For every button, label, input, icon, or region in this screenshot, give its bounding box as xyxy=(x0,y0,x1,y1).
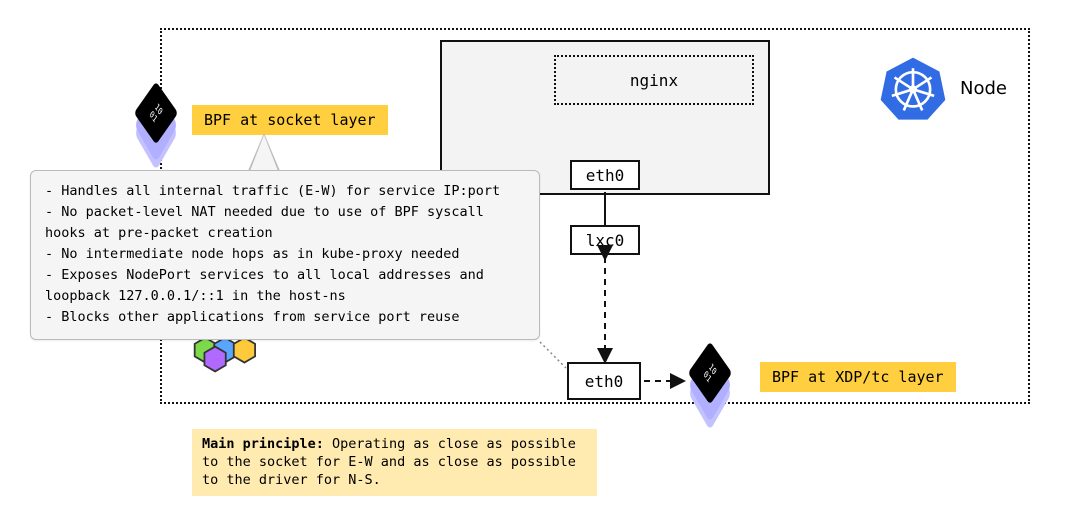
callout-line: - Exposes NodePort services to all local… xyxy=(45,265,525,286)
callout-line: - No intermediate node hops as in kube-p… xyxy=(45,244,525,265)
interface-label: eth0 xyxy=(585,372,624,391)
callout-line: loopback 127.0.0.1/::1 in the host-ns xyxy=(45,286,525,307)
app-nginx-box: nginx xyxy=(554,55,754,105)
interface-label: eth0 xyxy=(586,166,625,185)
interface-eth0-host: eth0 xyxy=(567,362,641,400)
callout-line: - No packet-level NAT needed due to use … xyxy=(45,202,525,223)
callout-line: - Handles all internal traffic (E-W) for… xyxy=(45,181,525,202)
principle-note-bold: Main principle: xyxy=(202,436,324,452)
callout-line: hooks at pre-packet creation xyxy=(45,223,525,244)
callout-box: - Handles all internal traffic (E-W) for… xyxy=(30,170,540,340)
kubernetes-icon xyxy=(880,55,946,121)
interface-label: lxc0 xyxy=(586,231,625,250)
callout-line: - Blocks other applications from service… xyxy=(45,307,525,328)
callout-pointer xyxy=(250,135,278,171)
tag-bpf-socket-layer: BPF at socket layer xyxy=(192,105,388,135)
ebpf-icon: 1001 xyxy=(128,92,184,148)
cilium-icon xyxy=(184,335,264,375)
interface-lxc0: lxc0 xyxy=(570,225,640,255)
app-nginx-label: nginx xyxy=(630,71,678,90)
principle-note: Main principle: Operating as close as po… xyxy=(192,429,597,496)
node-label: Node xyxy=(960,78,1007,99)
ebpf-icon: 1001 xyxy=(682,352,738,408)
tag-bpf-xdp-tc-layer: BPF at XDP/tc layer xyxy=(760,362,956,392)
interface-eth0-container: eth0 xyxy=(570,160,640,190)
